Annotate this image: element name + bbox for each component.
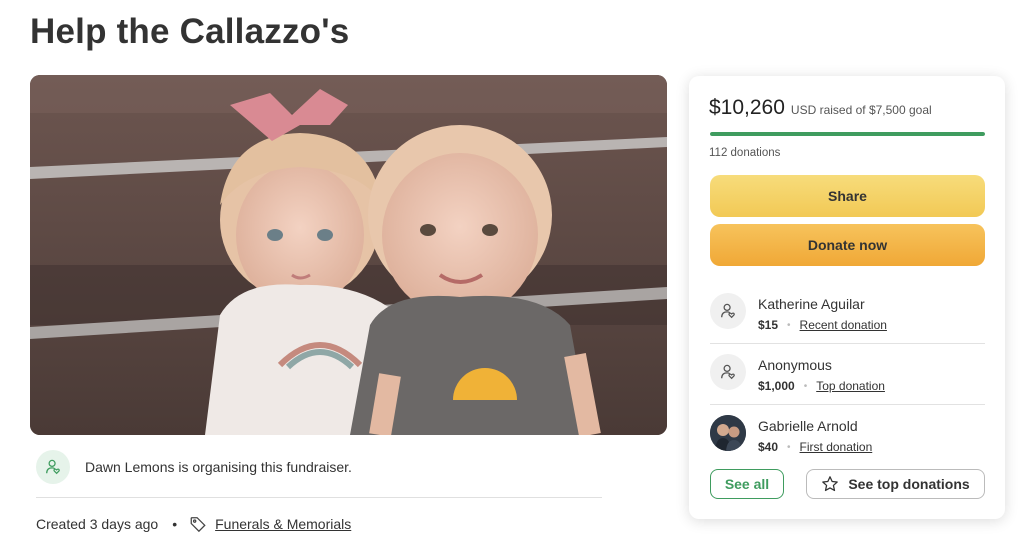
donor-amount: $15 [758,318,779,332]
fundraiser-meta: Created 3 days ago • Funerals & Memorial… [36,514,351,534]
organiser-avatar [36,450,70,484]
donor-row: Anonymous $1,000 • Top donation [710,344,985,405]
see-top-donations-button[interactable]: See top donations [806,469,985,499]
donor-photo-avatar [710,415,746,451]
page-title: Help the Callazzo's [30,12,350,51]
amount-raised: $10,260 USD raised of $7,500 goal [709,96,932,120]
donation-type-link[interactable]: Top donation [816,379,885,393]
organiser-text: Dawn Lemons is organising this fundraise… [85,459,352,475]
donor-avatar [710,354,746,390]
meta-separator: • [172,516,178,532]
donor-name: Katherine Aguilar [758,296,865,312]
donor-name: Gabrielle Arnold [758,418,858,434]
organiser-row: Dawn Lemons is organising this fundraise… [36,450,602,498]
donor-details: $15 • Recent donation [758,318,887,332]
donation-card: $10,260 USD raised of $7,500 goal 112 do… [689,76,1005,519]
donate-now-button[interactable]: Donate now [710,224,985,266]
donor-separator: • [787,441,791,453]
progress-bar [710,132,985,136]
donor-name: Anonymous [758,357,832,373]
donor-details: $1,000 • Top donation [758,379,885,393]
tag-icon [189,515,207,533]
donor-separator: • [803,380,808,392]
fundraiser-hero-image[interactable] [30,75,667,435]
category-link[interactable]: Funerals & Memorials [215,516,351,532]
donor-amount: $1,000 [758,379,795,393]
goal-text: USD raised of $7,500 goal [790,103,932,117]
hero-photo [30,75,667,435]
person-heart-icon [44,458,62,476]
donation-type-link[interactable]: Recent donation [800,318,887,332]
person-heart-icon [719,363,737,381]
see-top-donations-label: See top donations [848,476,970,492]
share-button[interactable]: Share [710,175,985,217]
donor-amount: $40 [758,440,779,454]
created-text: Created 3 days ago [36,516,159,532]
donation-count: 112 donations [709,147,781,159]
raised-amount: $10,260 [709,96,785,119]
progress-fill [710,132,985,136]
star-icon [821,475,839,493]
donation-type-link[interactable]: First donation [800,440,873,454]
person-heart-icon [719,302,737,320]
donor-separator: • [787,319,791,331]
donor-avatar [710,293,746,329]
donor-row: Katherine Aguilar $15 • Recent donation [710,283,985,344]
see-all-button[interactable]: See all [710,469,784,499]
donor-row: Gabrielle Arnold $40 • First donation [710,405,985,466]
donor-details: $40 • First donation [758,440,872,454]
